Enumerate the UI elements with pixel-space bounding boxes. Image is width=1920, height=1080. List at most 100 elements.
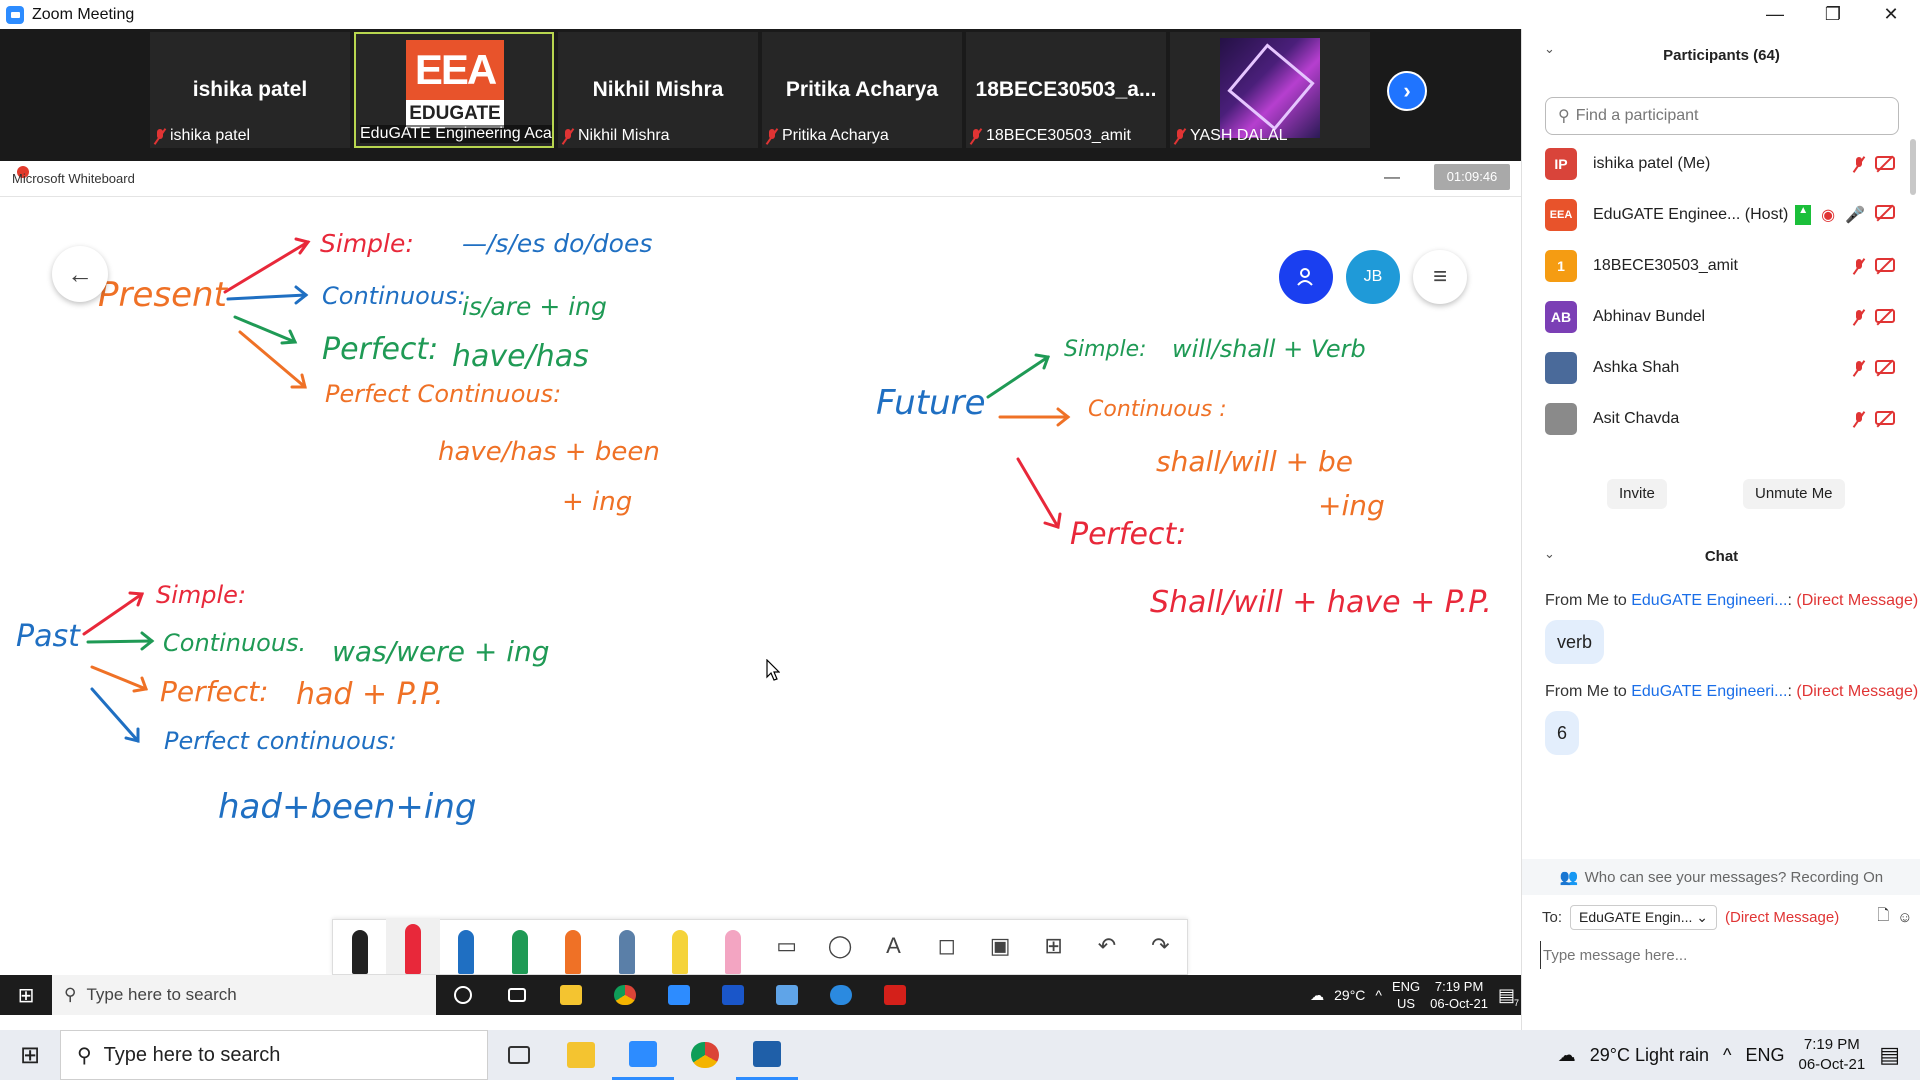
participant-row[interactable]: Ashka Shah [1545,346,1895,390]
chrome-button[interactable] [674,1030,736,1080]
blue-gray-pen-tool[interactable] [600,918,653,974]
avatar: EEA [1545,199,1577,231]
video-tile[interactable]: 18BECE30503_a... 18BECE30503_amit [966,32,1166,148]
participant-row[interactable]: EEA EduGATE Enginee... (Host) ▲ ◉ 🎤 [1545,193,1895,237]
tile-caption: Pritika Acharya [782,127,889,144]
note-past-perfect-continuous-rule: had+been+ing [218,787,477,827]
participant-row[interactable]: IP ishika patel (Me) [1545,142,1895,186]
red-pen-tool[interactable] [386,918,440,974]
taskbar-clock[interactable]: 7:19 PM 06-Oct-21 [1799,1035,1866,1075]
shared-search-box: ⚲ Type here to search [52,975,436,1015]
note-future: Future [876,383,986,423]
whiteboard-canvas[interactable]: Present Simple: —/s/es do/does Continuou… [0,197,1521,975]
taskbar-language[interactable]: ENG [1745,1045,1784,1066]
note-future-perfect: Perfect: [1070,517,1187,552]
tile-name: Nikhil Mishra [592,78,724,101]
note-past-perfect-rule: had + P.P. [296,677,444,712]
video-off-icon [1875,309,1895,323]
note-past: Past [16,619,80,654]
task-view-button[interactable] [488,1030,550,1080]
green-pen-tool[interactable] [493,918,546,974]
zoom-button[interactable] [612,1030,674,1080]
image-icon[interactable]: ▣ [974,918,1027,974]
insert-icon[interactable]: ⊞ [1027,918,1080,974]
invite-people-button[interactable] [1279,250,1333,304]
window-title: Zoom Meeting [32,5,135,23]
participant-row[interactable]: Asit Chavda [1545,397,1895,441]
file-icon[interactable]: 🗋 [1877,905,1889,930]
avatar: 1 [1545,250,1577,282]
note-future-continuous: Continuous : [1088,397,1227,422]
note-present-continuous-rule: is/are + ing [462,292,607,321]
blue-pen-tool[interactable] [440,918,493,974]
recording-icon: ◉ [1821,207,1836,224]
chrome-icon [598,975,652,1015]
video-tile[interactable]: YASH DALAL [1170,32,1370,148]
tile-caption: ishika patel [170,127,251,144]
taskbar-weather[interactable]: 29°C Light rain [1590,1045,1709,1066]
edugate-logo: EEA EDUGATE [406,40,504,128]
participants-scrollbar[interactable] [1910,139,1916,195]
emoji-icon[interactable]: ☺ [1897,909,1912,926]
shared-taskbar: ⊞ ⚲ Type here to search ☁ 29°C ^ ENG US 7:1… [0,975,1521,1015]
close-button[interactable]: ✕ [1862,0,1920,29]
video-tile[interactable]: ishika patel ishika patel [150,32,350,148]
person-add-icon [1297,268,1313,286]
participant-row[interactable]: 1 18BECE30503_amit [1545,244,1895,288]
avatar [1545,403,1577,435]
lasso-icon[interactable]: ◯ [813,918,866,974]
note-present-simple: Simple: [320,229,414,258]
video-tile[interactable]: Nikhil Mishra Nikhil Mishra [558,32,758,148]
orange-pen-tool[interactable] [547,918,600,974]
tile-caption: YASH DALAL [1190,127,1288,144]
restore-button[interactable]: ❐ [1804,0,1862,29]
file-explorer-button[interactable] [550,1030,612,1080]
note-past-simple: Simple: [156,581,247,609]
ruler-icon[interactable]: ▭ [760,918,813,974]
message-visibility-note[interactable]: 👥 Who can see your messages? Recording O… [1522,859,1920,895]
text-icon[interactable]: A [867,918,920,974]
video-off-icon [1875,156,1895,170]
video-tile[interactable]: Pritika Acharya Pritika Acharya [762,32,962,148]
unmute-me-button[interactable]: Unmute Me [1743,479,1845,509]
mic-muted-icon [970,128,982,144]
mic-muted-icon [1174,128,1186,144]
user-avatar-button[interactable]: JB [1346,250,1400,304]
find-participant-input[interactable]: ⚲ Find a participant [1545,97,1899,135]
menu-button[interactable]: ≡ [1413,250,1467,304]
photos-button[interactable] [736,1030,798,1080]
tray-chevron-icon[interactable]: ^ [1723,1045,1731,1066]
video-off-icon [1875,411,1895,425]
eraser-tool[interactable] [707,918,760,974]
weather-icon: ☁ [1310,986,1325,1003]
recipient-dropdown[interactable]: EduGATE Engin... ⌄ [1570,904,1717,930]
redo-icon[interactable]: ↷ [1134,918,1187,974]
whiteboard-icon [706,975,760,1015]
chat-title: Chat [1704,548,1739,565]
tile-name: 18BECE30503_a... [975,78,1157,101]
chat-message-input[interactable] [1540,941,1900,969]
video-off-icon [1875,360,1895,374]
highlighter-tool[interactable] [653,918,706,974]
windows-taskbar: ⊞ ⚲ Type here to search ☁ 29°C Light rain… [0,1030,1920,1080]
video-tile-active[interactable]: EEA EDUGATE EduGATE Engineering Aca... [354,32,554,148]
note-present-perfect-continuous-rule: have/has + been [438,437,660,467]
minimize-button[interactable]: — [1746,0,1804,29]
whiteboard-minimize-button[interactable]: — [1384,169,1400,187]
participant-row[interactable]: AB Abhinav Bundel [1545,295,1895,339]
tile-name: Pritika Acharya [785,78,939,101]
action-center-icon[interactable]: ▤ [1879,1042,1900,1068]
back-arrow-button[interactable]: ← [52,246,108,302]
next-page-button[interactable]: › [1387,71,1427,111]
black-pen-tool[interactable] [333,918,386,974]
undo-icon[interactable]: ↶ [1080,918,1133,974]
mic-muted-icon [1853,360,1865,376]
invite-button[interactable]: Invite [1607,479,1667,509]
note-icon[interactable]: ◻ [920,918,973,974]
note-future-perfect-rule: Shall/will + have + P.P. [1150,585,1492,620]
windows-start-button[interactable]: ⊞ [0,1030,60,1080]
avatar: AB [1545,301,1577,333]
taskbar-search-box[interactable]: ⚲ Type here to search [60,1030,488,1080]
mic-muted-icon [766,128,778,144]
meeting-timer: 01:09:46 [1434,164,1510,190]
